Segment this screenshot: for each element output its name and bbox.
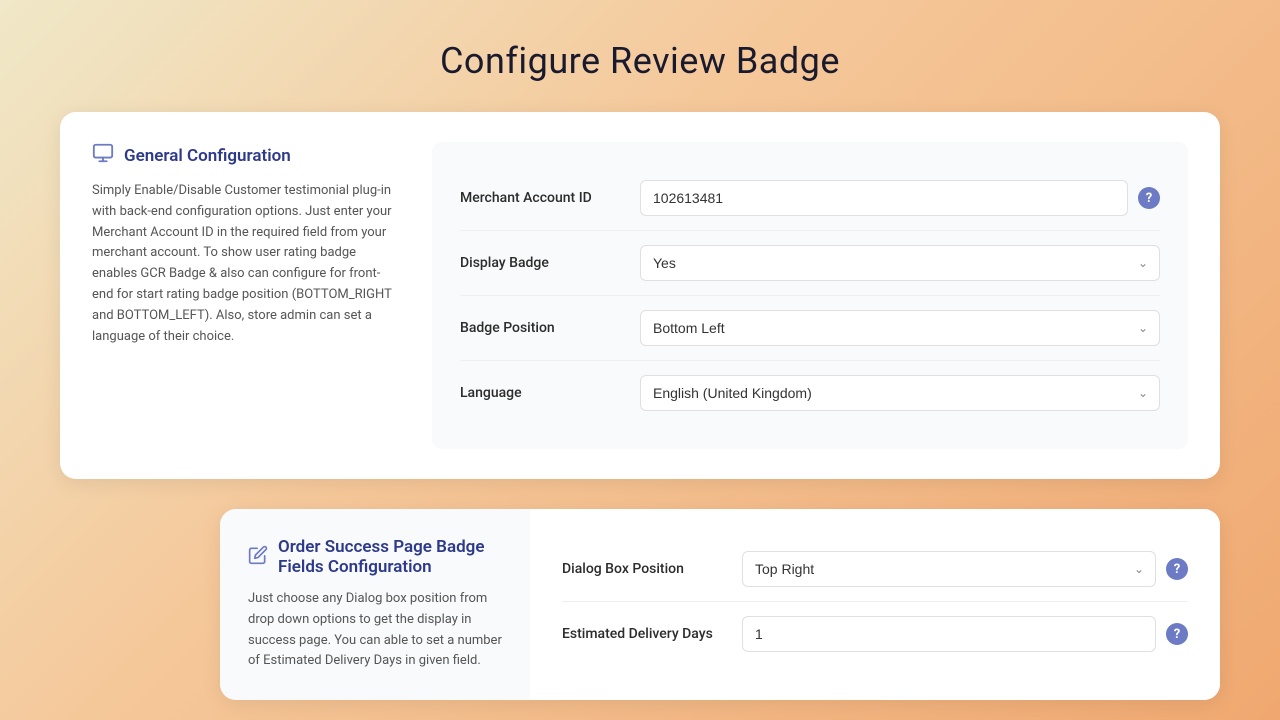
badge-position-select[interactable]: Bottom Left Bottom Right Top Left Top Ri… <box>640 310 1160 346</box>
language-label: Language <box>460 385 640 401</box>
language-row: Language English (United Kingdom) Englis… <box>460 361 1160 425</box>
dialog-box-position-row: Dialog Box Position Top Right Top Left B… <box>562 537 1188 602</box>
language-select-wrapper: English (United Kingdom) English (United… <box>640 375 1160 411</box>
general-config-card: General Configuration Simply Enable/Disa… <box>60 112 1220 479</box>
general-config-form: Merchant Account ID ? Display Badge Yes … <box>432 142 1188 449</box>
badge-position-row: Badge Position Bottom Left Bottom Right … <box>460 296 1160 361</box>
order-success-title: Order Success Page Badge Fields Configur… <box>248 537 502 577</box>
language-control: English (United Kingdom) English (United… <box>640 375 1160 411</box>
merchant-account-input[interactable] <box>640 180 1128 216</box>
estimated-delivery-days-control: ? <box>742 616 1188 652</box>
language-select[interactable]: English (United Kingdom) English (United… <box>640 375 1160 411</box>
badge-position-control: Bottom Left Bottom Right Top Left Top Ri… <box>640 310 1160 346</box>
estimated-delivery-days-row: Estimated Delivery Days ? <box>562 602 1188 666</box>
estimated-delivery-days-label: Estimated Delivery Days <box>562 626 742 642</box>
merchant-account-help-icon[interactable]: ? <box>1138 187 1160 209</box>
edit-icon <box>248 545 268 570</box>
general-config-title-text: General Configuration <box>124 146 291 166</box>
estimated-delivery-days-input[interactable] <box>742 616 1156 652</box>
display-badge-row: Display Badge Yes No ⌄ <box>460 231 1160 296</box>
merchant-account-control: ? <box>640 180 1160 216</box>
order-success-title-text: Order Success Page Badge Fields Configur… <box>278 537 502 577</box>
display-badge-select[interactable]: Yes No <box>640 245 1160 281</box>
merchant-account-label: Merchant Account ID <box>460 190 640 206</box>
display-badge-label: Display Badge <box>460 255 640 271</box>
display-badge-select-wrapper: Yes No ⌄ <box>640 245 1160 281</box>
general-config-description: Simply Enable/Disable Customer testimoni… <box>92 181 392 347</box>
order-success-card: Order Success Page Badge Fields Configur… <box>220 509 1220 700</box>
estimated-delivery-days-help-icon[interactable]: ? <box>1166 623 1188 645</box>
badge-position-select-wrapper: Bottom Left Bottom Right Top Left Top Ri… <box>640 310 1160 346</box>
dialog-box-position-help-icon[interactable]: ? <box>1166 558 1188 580</box>
general-config-left: General Configuration Simply Enable/Disa… <box>92 142 392 449</box>
order-success-form: Dialog Box Position Top Right Top Left B… <box>530 509 1220 700</box>
page-title: Configure Review Badge <box>0 0 1280 112</box>
merchant-account-row: Merchant Account ID ? <box>460 166 1160 231</box>
dialog-box-position-label: Dialog Box Position <box>562 561 742 577</box>
dialog-box-position-select[interactable]: Top Right Top Left Bottom Right Bottom L… <box>742 551 1156 587</box>
display-badge-control: Yes No ⌄ <box>640 245 1160 281</box>
dialog-box-position-select-wrapper: Top Right Top Left Bottom Right Bottom L… <box>742 551 1156 587</box>
settings-icon <box>92 142 114 169</box>
dialog-box-position-control: Top Right Top Left Bottom Right Bottom L… <box>742 551 1188 587</box>
order-success-left: Order Success Page Badge Fields Configur… <box>220 509 530 700</box>
badge-position-label: Badge Position <box>460 320 640 336</box>
general-config-title: General Configuration <box>92 142 392 169</box>
order-success-description: Just choose any Dialog box position from… <box>248 589 502 672</box>
